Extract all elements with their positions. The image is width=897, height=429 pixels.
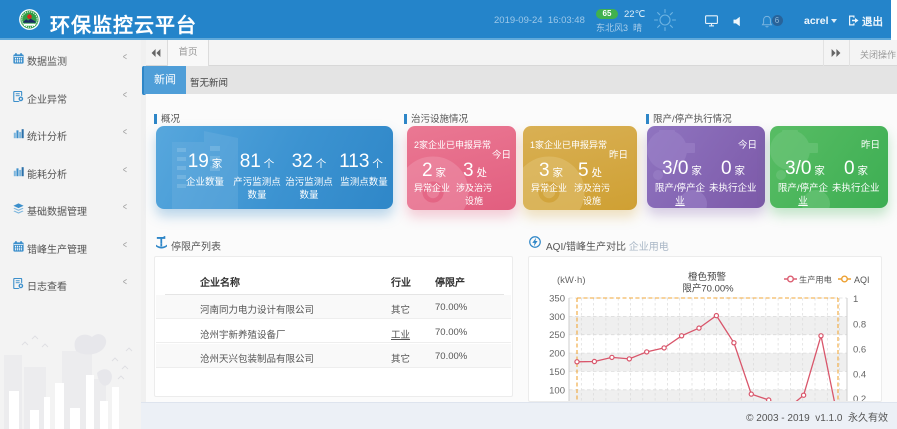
svg-text:橙色预警: 橙色预警 <box>688 271 727 283</box>
svg-text:1: 1 <box>853 294 858 305</box>
svg-text:100: 100 <box>549 385 565 396</box>
svg-text:0.2: 0.2 <box>853 394 866 402</box>
svg-text:(kW·h): (kW·h) <box>557 275 586 286</box>
svg-text:250: 250 <box>549 330 565 341</box>
svg-text:生产用电: 生产用电 <box>799 275 832 285</box>
svg-text:0.6: 0.6 <box>853 345 866 356</box>
svg-text:350: 350 <box>549 294 565 305</box>
svg-text:限产70.00%: 限产70.00% <box>682 283 734 295</box>
svg-text:0.8: 0.8 <box>853 320 866 331</box>
svg-text:300: 300 <box>549 312 565 323</box>
svg-text:150: 150 <box>549 367 565 378</box>
svg-text:0.4: 0.4 <box>853 370 866 381</box>
svg-text:AQI: AQI <box>854 275 870 285</box>
svg-text:200: 200 <box>549 349 565 360</box>
